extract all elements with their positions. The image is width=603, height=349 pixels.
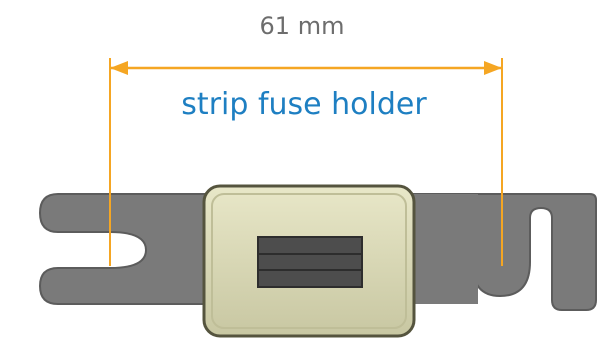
- dimension-line: [110, 61, 502, 75]
- fuse-diagram: 61 mm strip fuse holder: [38, 12, 597, 338]
- fuse-strip-left: [38, 193, 211, 305]
- part-label: strip fuse holder: [181, 87, 427, 122]
- dimension-label: 61 mm: [260, 12, 345, 40]
- arrow-right-icon: [484, 61, 502, 75]
- fuse-window: [257, 236, 363, 288]
- arrow-left-icon: [110, 61, 128, 75]
